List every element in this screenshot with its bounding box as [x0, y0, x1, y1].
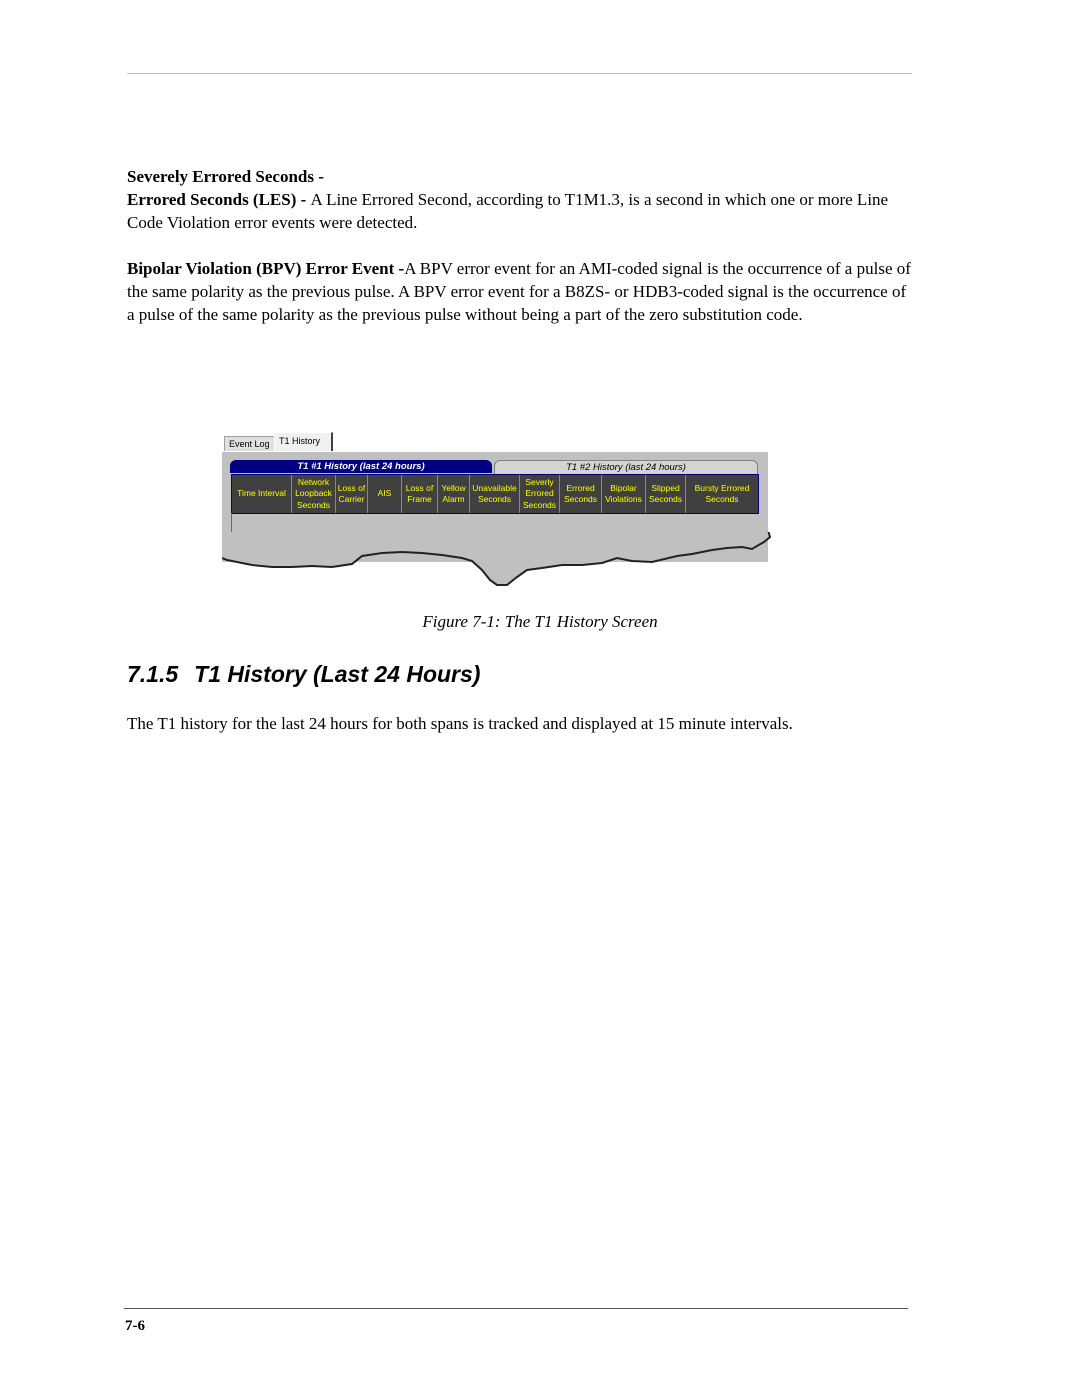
definition-bpv: Bipolar Violation (BPV) Error Event -A B…: [127, 257, 917, 326]
column-header[interactable]: Severly Errored Seconds: [520, 475, 560, 513]
figure-caption: Figure 7-1: The T1 History Screen: [422, 612, 658, 631]
tab-t1-2-history[interactable]: T1 #2 History (last 24 hours): [494, 460, 758, 474]
column-header[interactable]: Time Interval: [232, 475, 292, 513]
definition-les: Severely Errored Seconds - Errored Secon…: [127, 165, 917, 234]
torn-edge: [222, 532, 772, 586]
section-paragraph: The T1 history for the last 24 hours for…: [127, 714, 793, 733]
page-number: 7-6: [125, 1318, 145, 1334]
column-header[interactable]: Slipped Seconds: [646, 475, 686, 513]
column-header[interactable]: Network Loopback Seconds: [292, 475, 336, 513]
column-header[interactable]: Errored Seconds: [560, 475, 602, 513]
column-header[interactable]: Loss of Carrier: [336, 475, 368, 513]
section-title: T1 History (Last 24 Hours): [194, 661, 481, 687]
history-table-header: Time Interval Network Loopback Seconds L…: [231, 474, 759, 514]
column-header[interactable]: Yellow Alarm: [438, 475, 470, 513]
tab-t1-1-history[interactable]: T1 #1 History (last 24 hours): [230, 460, 492, 473]
term-bpv: Bipolar Violation (BPV) Error Event -: [127, 259, 405, 278]
column-header[interactable]: AIS: [368, 475, 402, 513]
column-header[interactable]: Bursty Errored Seconds: [686, 475, 758, 513]
column-header[interactable]: Loss of Frame: [402, 475, 438, 513]
section-number: 7.1.5: [127, 661, 179, 687]
term-errored-seconds: Errored Seconds (LES) -: [127, 190, 311, 209]
column-header[interactable]: Bipolar Violations: [602, 475, 646, 513]
footer-rule: [124, 1308, 908, 1309]
column-header[interactable]: Unavailable Seconds: [470, 475, 520, 513]
tab-t1-history[interactable]: T1 History: [274, 432, 333, 452]
tab-event-log[interactable]: Event Log: [224, 436, 278, 452]
t1-history-screenshot: Event Log T1 History T1 #1 History (last…: [222, 432, 774, 592]
header-rule: [127, 73, 912, 74]
term-severely-errored-seconds: Severely Errored Seconds -: [127, 167, 324, 186]
section-heading: 7.1.5 T1 History (Last 24 Hours): [127, 661, 480, 688]
